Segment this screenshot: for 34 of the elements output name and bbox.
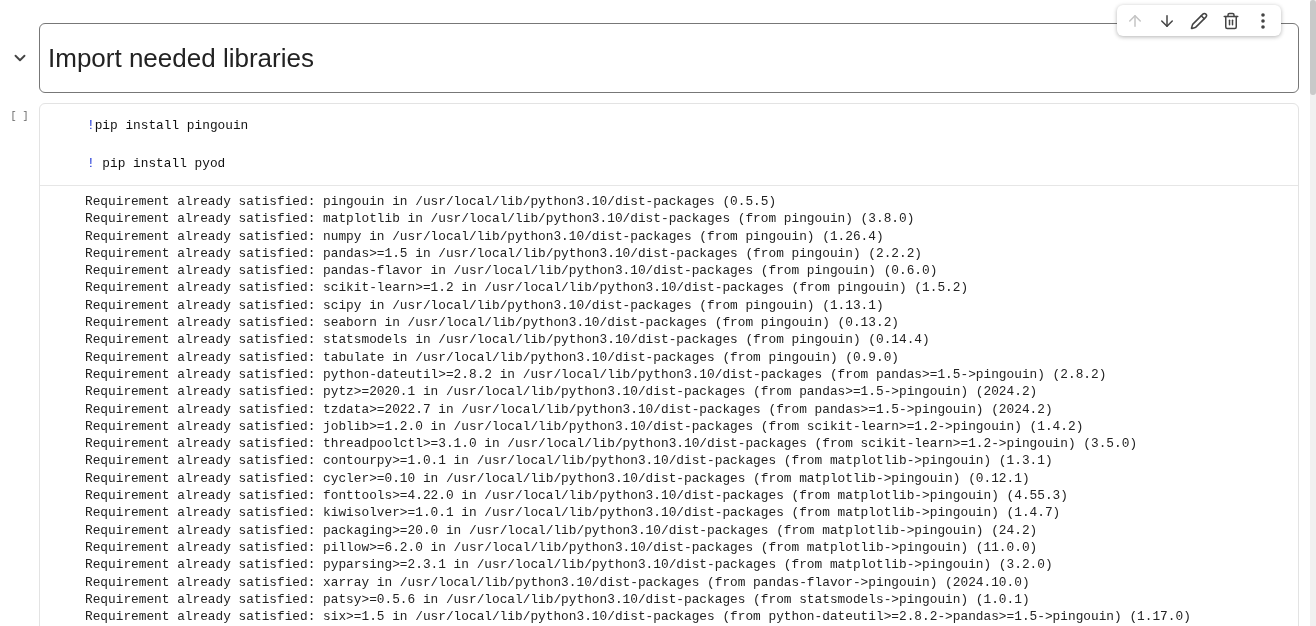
output-line: Requirement already satisfied: pytz>=2020.1 in /usr/local/lib/python3.10/dist-packages (from pandas>=1.5->pingouin) (2024.2) (85, 383, 1039, 401)
output-line: Requirement already satisfied: statsmodels in /usr/local/lib/python3.10/dist-packages (from pingouin) (0.14.4) (85, 331, 931, 349)
output-line: Requirement already satisfied: pillow>=6.2.0 in /usr/local/lib/python3.10/dist-packages (from matplotlib->pingouin) (11.0.0) (85, 538, 1039, 557)
run-cell-button[interactable]: [ ] (10, 109, 29, 124)
output-line: Requirement already satisfied: kiwisolver>=1.0.1 in /usr/local/lib/python3.10/dist-packages (from matplotlib->pingouin) (1.4.7) (85, 504, 1062, 522)
output-line: Requirement already satisfied: python-dateutil>=2.8.2 in /usr/local/lib/python3.10/dist-packages (from pandas>=1.5->pingouin) (2.8.2) (85, 365, 1108, 384)
output-line: Requirement already satisfied: packaging>=20.0 in /usr/local/lib/python3.10/dist-packages (from matplotlib->pingouin) (24.2) (85, 521, 1039, 539)
output-line: Requirement already satisfied: six>=1.5 in /usr/local/lib/python3.10/dist-packages (from python-dateutil>=2.8.2->pandas>=1.5->pingouin) (1.17.0) (85, 608, 1192, 626)
code-editor[interactable]: !pip install pingouin ! pip install pyod (40, 104, 1298, 185)
output-line: Requirement already satisfied: pandas-flavor in /usr/local/lib/python3.10/dist-packages (from pingouin) (0.6.0) (85, 262, 939, 280)
output-line: Requirement already satisfied: scipy in /usr/local/lib/python3.10/dist-packages (from pingouin) (1.13.1) (85, 296, 885, 315)
output-line: Requirement already satisfied: contourpy>=1.0.1 in /usr/local/lib/python3.10/dist-packages (from matplotlib->pingouin) (1.3.1) (85, 452, 1054, 470)
code-line: !pip install pingouin (87, 117, 250, 135)
cell-heading: Import needed libraries (48, 41, 314, 75)
output-line: Requirement already satisfied: scikit-learn>=1.2 in /usr/local/lib/python3.10/dist-packages (from pingouin) (1.5.2) (85, 279, 970, 297)
output-line: Requirement already satisfied: seaborn in /usr/local/lib/python3.10/dist-packages (from pingouin) (0.13.2) (85, 314, 900, 332)
output-line: Requirement already satisfied: pyparsing>=2.3.1 in /usr/local/lib/python3.10/dist-packages (from matplotlib->pingouin) (3.2.0) (85, 556, 1054, 574)
output-line: Requirement already satisfied: tzdata>=2022.7 in /usr/local/lib/python3.10/dist-packages (from pandas>=1.5->pingouin) (2024.2) (85, 400, 1054, 418)
output-line: Requirement already satisfied: fonttools>=4.22.0 in /usr/local/lib/python3.10/dist-packages (from matplotlib->pingouin) (4.55.3) (85, 487, 1069, 505)
output-line: Requirement already satisfied: numpy in /usr/local/lib/python3.10/dist-packages (from pingouin) (1.26.4) (85, 227, 885, 245)
code-line: ! pip install pyod (87, 155, 227, 173)
output-line: Requirement already satisfied: matplotlib in /usr/local/lib/python3.10/dist-packages (from pingouin) (3.8.0) (85, 210, 916, 228)
output-line: Requirement already satisfied: patsy>=0.5.6 in /usr/local/lib/python3.10/dist-packages (from statsmodels->pingouin) (1.0.1) (85, 590, 1031, 609)
scrollbar[interactable] (1310, 0, 1316, 626)
output-line: Requirement already satisfied: tabulate in /usr/local/lib/python3.10/dist-packages (from pingouin) (0.9.0) (85, 348, 900, 366)
output-line: Requirement already satisfied: pingouin in /usr/local/lib/python3.10/dist-packages (0.5.5) (85, 193, 778, 211)
output-line: Requirement already satisfied: cycler>=0.10 in /usr/local/lib/python3.10/dist-packages (from matplotlib->pingouin) (0.12.1) (85, 469, 1031, 488)
output-line: Requirement already satisfied: threadpoolctl>=3.1.0 in /usr/local/lib/python3.10/dist-packages (from scikit-learn>=1.2->pingouin) (3.5.0) (85, 435, 1139, 453)
output-line: Requirement already satisfied: joblib>=1.2.0 in /usr/local/lib/python3.10/dist-packages (from scikit-learn>=1.2->pingouin) (1.4.2) (85, 417, 1085, 436)
output-line: Requirement already satisfied: pandas>=1.5 in /usr/local/lib/python3.10/dist-packages (from pingouin) (2.2.2) (85, 244, 924, 263)
trash-icon (1222, 11, 1240, 30)
pencil-icon (1190, 11, 1208, 30)
output-line: Requirement already satisfied: xarray in /usr/local/lib/python3.10/dist-packages (from pandas-flavor->pingouin) (2024.10.0) (85, 573, 1031, 591)
more-icon (1261, 12, 1265, 29)
